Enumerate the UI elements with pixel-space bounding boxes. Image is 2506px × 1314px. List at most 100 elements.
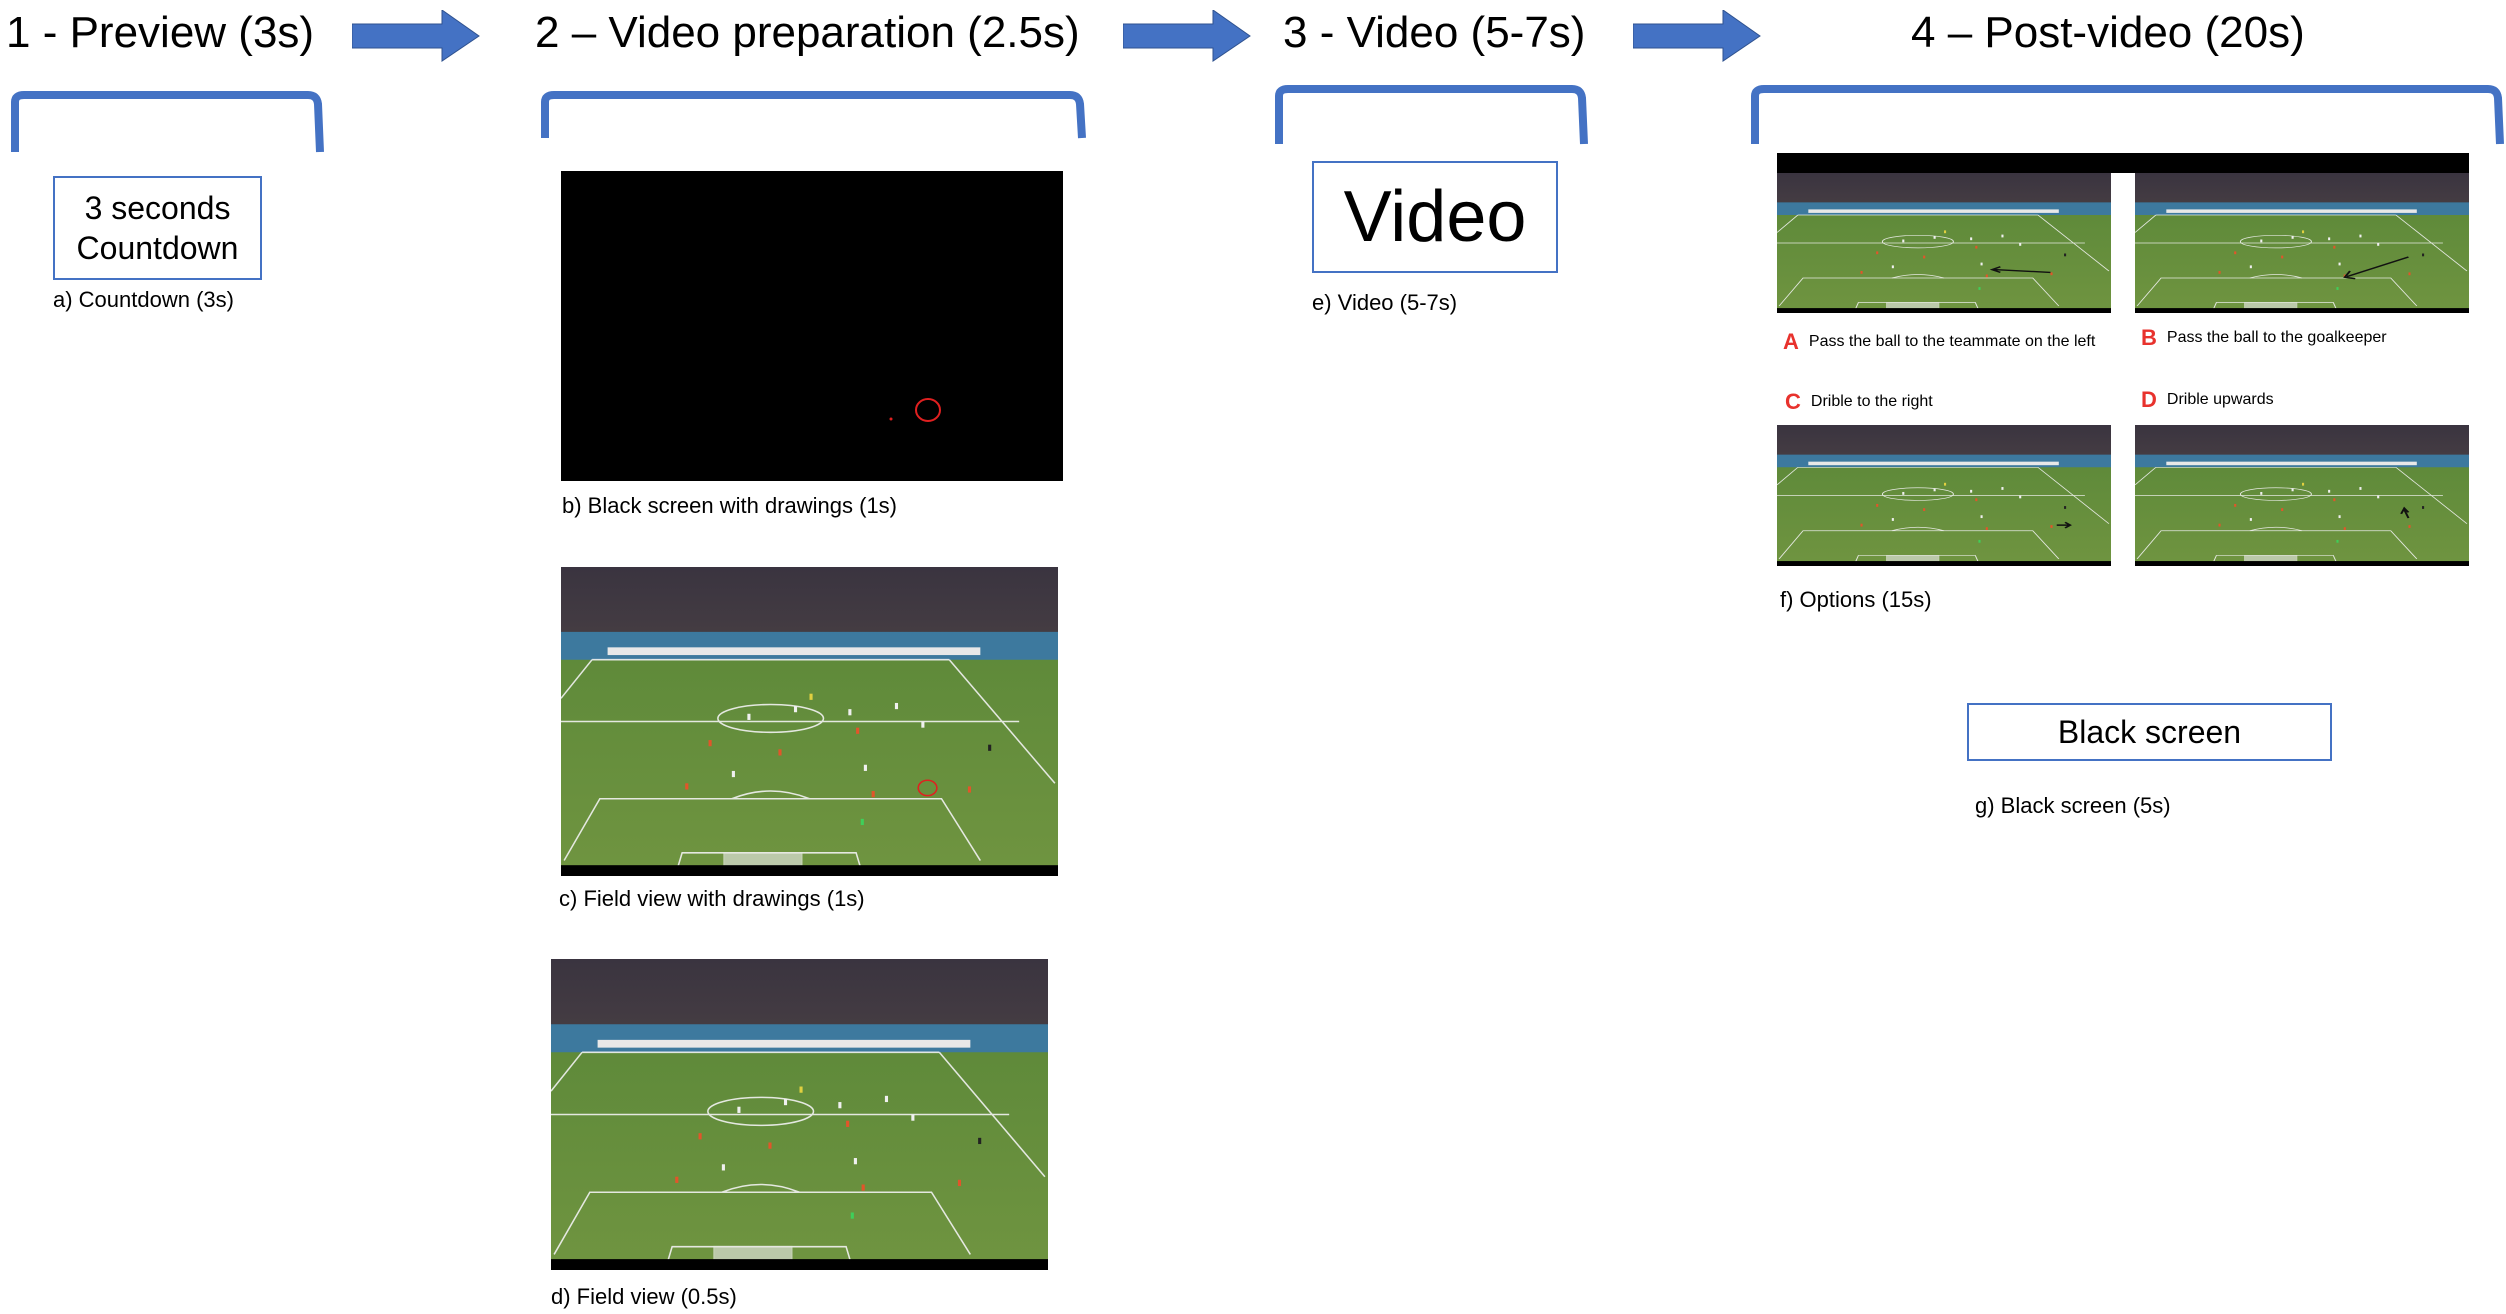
player-marker: [1980, 515, 1983, 519]
video-caption: e) Video (5-7s): [1312, 290, 1458, 315]
stage-4-title: 4 – Post-video (20s): [1911, 8, 2305, 57]
player-marker: [860, 818, 864, 826]
player-marker: [2234, 251, 2237, 255]
player-marker: [2422, 253, 2425, 257]
player-marker: [2260, 239, 2263, 243]
option-b: B Pass the ball to the goalkeeper: [2141, 325, 2387, 351]
option-d-image: [2135, 425, 2469, 566]
player-marker: [2343, 527, 2346, 531]
player-marker: [921, 721, 925, 728]
player-marker: [838, 1102, 842, 1109]
bracket-stage-1: [11, 91, 324, 153]
player-marker: [848, 709, 852, 716]
player-marker: [721, 1164, 725, 1171]
option-c-image: [1777, 425, 2111, 566]
player-marker: [2328, 489, 2331, 493]
player-marker: [778, 749, 782, 756]
countdown-box: 3 seconds Countdown: [53, 176, 262, 280]
option-d-letter: D: [2141, 387, 2157, 412]
player-marker: [2064, 253, 2067, 257]
player-marker: [731, 770, 735, 778]
player-marker: [2001, 487, 2004, 490]
player-marker: [1876, 251, 1879, 255]
player-marker: [911, 1114, 915, 1121]
player-marker: [856, 727, 860, 734]
field-drawings-caption: c) Field view with drawings (1s): [559, 886, 865, 911]
player-marker: [1970, 237, 1973, 241]
player-marker: [2234, 503, 2237, 507]
player-marker: [1970, 489, 1973, 493]
player-marker: [957, 1179, 962, 1187]
drawing-dot: [889, 417, 893, 421]
player-marker: [2377, 243, 2380, 246]
player-marker: [2001, 234, 2004, 238]
video-label: Video: [1343, 177, 1527, 257]
arrow-right-icon: [1123, 10, 1251, 62]
player-marker: [2336, 287, 2339, 290]
player-marker: [1891, 518, 1894, 521]
player-marker: [1944, 230, 1947, 234]
option-b-image: [2135, 173, 2469, 313]
player-marker: [1933, 236, 1936, 239]
player-marker: [2336, 539, 2339, 543]
player-marker: [1923, 508, 1926, 512]
options-caption: f) Options (15s): [1780, 587, 1932, 612]
options-top-bar: [1777, 153, 2469, 173]
field-view-image: [551, 959, 1048, 1270]
option-b-letter: B: [2141, 325, 2157, 350]
player-marker: [2050, 272, 2053, 276]
black-screen-box: Black screen: [1967, 703, 2332, 761]
option-a-letter: A: [1783, 329, 1799, 354]
player-marker: [793, 706, 798, 713]
player-marker: [2338, 262, 2341, 266]
player-marker: [2408, 272, 2411, 276]
player-marker: [2422, 506, 2425, 509]
player-marker: [1975, 498, 1978, 502]
player-marker: [2281, 508, 2284, 512]
bracket-stage-4: [1751, 85, 2504, 145]
player-marker: [799, 1086, 803, 1093]
player-marker: [846, 1120, 850, 1127]
countdown-line1: 3 seconds: [84, 190, 231, 226]
player-marker: [2260, 491, 2263, 495]
player-marker: [988, 744, 992, 751]
player-marker: [2359, 234, 2362, 238]
player-marker: [2333, 498, 2336, 502]
player-marker: [1902, 239, 1905, 243]
player-marker: [2377, 495, 2380, 499]
player-marker: [861, 1184, 865, 1191]
player-marker: [783, 1098, 788, 1106]
option-a-image: [1777, 173, 2111, 313]
drawing-circle: [915, 398, 941, 422]
player-marker: [853, 1158, 857, 1165]
player-marker: [737, 1106, 741, 1113]
arrow-right-icon: [1633, 10, 1761, 62]
player-marker: [884, 1095, 889, 1103]
option-a: A Pass the ball to the teammate on the l…: [1783, 329, 2095, 355]
player-marker: [2050, 525, 2053, 528]
option-c: C Drible to the right: [1785, 389, 1933, 415]
player-marker: [2281, 255, 2284, 259]
options-panel: A Pass the ball to the teammate on the l…: [1777, 153, 2469, 566]
countdown-line2: Countdown: [76, 230, 239, 266]
option-d-text: Drible upwards: [2166, 391, 2274, 408]
player-marker: [978, 1137, 982, 1145]
stage-3-title: 3 - Video (5-7s): [1283, 8, 1586, 57]
player-marker: [1985, 274, 1988, 278]
player-marker: [2019, 243, 2022, 246]
player-marker: [2302, 230, 2305, 234]
player-marker: [1923, 255, 1926, 259]
player-marker: [2249, 265, 2252, 269]
player-marker: [1860, 271, 1863, 274]
player-marker: [871, 791, 875, 798]
player-marker: [863, 764, 867, 771]
player-marker: [2291, 236, 2294, 239]
option-c-text: Drible to the right: [1810, 393, 1933, 410]
player-marker: [1978, 287, 1981, 290]
player-marker: [747, 713, 751, 720]
player-marker: [768, 1142, 772, 1149]
player-marker: [2408, 525, 2411, 528]
player-marker: [1980, 262, 1983, 266]
bracket-stage-2: [541, 91, 1086, 139]
player-marker: [2359, 487, 2362, 490]
